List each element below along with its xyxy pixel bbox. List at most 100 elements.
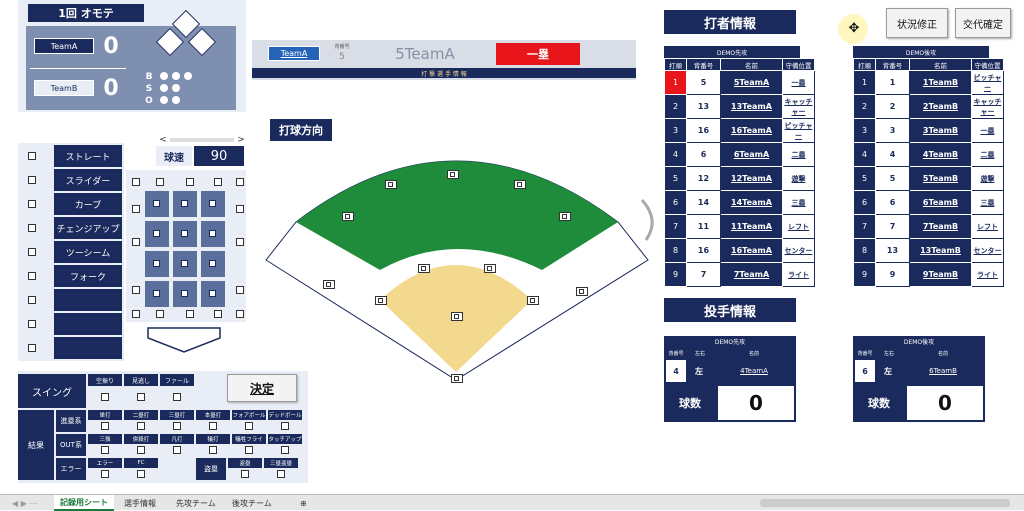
zone-outer-checkbox[interactable] — [132, 205, 140, 213]
lineup-position[interactable]: 二塁 — [971, 142, 1004, 167]
strike-zone-cell[interactable] — [144, 280, 170, 308]
result-option-checkbox[interactable] — [101, 422, 109, 430]
table-row[interactable]: 2 2 2TeamB キャッチャー — [853, 94, 1004, 119]
speed-value[interactable]: 90 — [194, 146, 244, 166]
result-option-checkbox[interactable] — [281, 446, 289, 454]
strike-zone-cell[interactable] — [172, 250, 198, 278]
result-option-checkbox[interactable] — [245, 422, 253, 430]
table-row[interactable]: 8 13 13TeamB センター — [853, 238, 1004, 263]
zone-outer-checkbox[interactable] — [132, 310, 140, 318]
lineup-position[interactable]: キャッチャー — [971, 94, 1004, 119]
fix-status-button[interactable]: 状況修正 — [886, 8, 948, 38]
table-row[interactable]: 6 6 6TeamB 三塁 — [853, 190, 1004, 215]
pitch-type-checkbox[interactable] — [28, 152, 36, 160]
speed-prev-arrow[interactable]: < — [158, 134, 168, 146]
table-row[interactable]: 8 16 16TeamA センター — [664, 238, 815, 263]
add-sheet-icon[interactable]: ⊕ — [294, 495, 313, 511]
lineup-name[interactable]: 13TeamA — [720, 94, 783, 119]
speed-next-arrow[interactable]: > — [236, 134, 246, 146]
strike-zone-cell[interactable] — [172, 220, 198, 248]
lineup-position[interactable]: 遊撃 — [782, 166, 815, 191]
pitch-type-checkbox[interactable] — [28, 320, 36, 328]
result-option-checkbox[interactable] — [137, 470, 145, 478]
field-zone-catcher[interactable] — [451, 374, 463, 383]
strike-zone-cell[interactable] — [144, 190, 170, 218]
zone-outer-checkbox[interactable] — [236, 286, 244, 294]
lineup-position[interactable]: センター — [782, 238, 815, 263]
pitch-type-checkbox[interactable] — [28, 272, 36, 280]
result-option-checkbox[interactable] — [101, 446, 109, 454]
result-option-checkbox[interactable] — [137, 422, 145, 430]
lineup-position[interactable]: センター — [971, 238, 1004, 263]
lineup-position[interactable]: ライト — [782, 262, 815, 287]
confirm-swap-button[interactable]: 交代確定 — [955, 8, 1011, 38]
result-option-checkbox[interactable] — [209, 422, 217, 430]
kettei-button[interactable]: 決定 — [227, 374, 297, 402]
lineup-name[interactable]: 12TeamA — [720, 166, 783, 191]
zone-outer-checkbox[interactable] — [132, 178, 140, 186]
lineup-name[interactable]: 5TeamA — [720, 70, 783, 95]
zone-outer-checkbox[interactable] — [236, 310, 244, 318]
table-row[interactable]: 5 5 5TeamB 遊撃 — [853, 166, 1004, 191]
lineup-name[interactable]: 7TeamA — [720, 262, 783, 287]
zone-outer-checkbox[interactable] — [186, 310, 194, 318]
tab-record-sheet[interactable]: 記録用シート — [54, 495, 114, 511]
tab-first-team[interactable]: 先攻チーム — [170, 495, 222, 511]
lineup-position[interactable]: ピッチャー — [782, 118, 815, 143]
zone-outer-checkbox[interactable] — [236, 238, 244, 246]
field-zone-first-line[interactable] — [576, 287, 588, 296]
lineup-position[interactable]: ピッチャー — [971, 70, 1004, 95]
result-option-checkbox[interactable] — [173, 422, 181, 430]
tab-second-team[interactable]: 後攻チーム — [226, 495, 278, 511]
lineup-position[interactable]: 一塁 — [971, 118, 1004, 143]
lineup-name[interactable]: 4TeamB — [909, 142, 972, 167]
zone-outer-checkbox[interactable] — [214, 178, 222, 186]
table-row[interactable]: 3 16 16TeamA ピッチャー — [664, 118, 815, 143]
field-zone-center-left[interactable] — [447, 170, 459, 179]
strike-zone-cell[interactable] — [172, 190, 198, 218]
zone-outer-checkbox[interactable] — [236, 178, 244, 186]
lineup-position[interactable]: 遊撃 — [971, 166, 1004, 191]
swing-look-checkbox[interactable] — [137, 393, 145, 401]
table-row[interactable]: 3 3 3TeamB 一塁 — [853, 118, 1004, 143]
zone-outer-checkbox[interactable] — [132, 238, 140, 246]
zone-outer-checkbox[interactable] — [156, 310, 164, 318]
field-zone-shortstop[interactable] — [418, 264, 430, 273]
lineup-name[interactable]: 14TeamA — [720, 190, 783, 215]
table-row[interactable]: 1 5 5TeamA 一塁 — [664, 70, 815, 95]
lineup-position[interactable]: 三塁 — [782, 190, 815, 215]
pitch-type-checkbox[interactable] — [28, 344, 36, 352]
result-option-checkbox[interactable] — [173, 446, 181, 454]
strike-zone-cell[interactable] — [200, 280, 226, 308]
strike-zone-cell[interactable] — [172, 280, 198, 308]
lineup-position[interactable]: レフト — [782, 214, 815, 239]
steal-checkbox[interactable] — [241, 470, 249, 478]
pitch-type-checkbox[interactable] — [28, 248, 36, 256]
speed-scroll-track[interactable] — [170, 138, 234, 142]
swing-miss-checkbox[interactable] — [101, 393, 109, 401]
table-row[interactable]: 5 12 12TeamA 遊撃 — [664, 166, 815, 191]
zone-outer-checkbox[interactable] — [236, 205, 244, 213]
result-option-checkbox[interactable] — [281, 422, 289, 430]
result-option-checkbox[interactable] — [137, 446, 145, 454]
table-row[interactable]: 9 7 7TeamA ライト — [664, 262, 815, 287]
zone-outer-checkbox[interactable] — [156, 178, 164, 186]
field-zone-right-gap[interactable] — [559, 212, 571, 221]
lineup-name[interactable]: 16TeamA — [720, 118, 783, 143]
field-zone-third-line[interactable] — [323, 280, 335, 289]
field-zone-left-gap[interactable] — [342, 212, 354, 221]
steal-third-checkbox[interactable] — [277, 470, 285, 478]
tab-scroll-arrows[interactable]: ◀ ▶ ⋯ — [6, 495, 43, 511]
table-row[interactable]: 4 4 4TeamB 二塁 — [853, 142, 1004, 167]
lineup-name[interactable]: 6TeamA — [720, 142, 783, 167]
strike-zone-cell[interactable] — [200, 250, 226, 278]
pitch-type-checkbox[interactable] — [28, 296, 36, 304]
lineup-name[interactable]: 2TeamB — [909, 94, 972, 119]
strike-zone-cell[interactable] — [144, 220, 170, 248]
result-option-checkbox[interactable] — [245, 446, 253, 454]
lineup-name[interactable]: 16TeamA — [720, 238, 783, 263]
field-zone-second[interactable] — [484, 264, 496, 273]
field-zone-first[interactable] — [527, 296, 539, 305]
lineup-position[interactable]: 一塁 — [782, 70, 815, 95]
zone-outer-checkbox[interactable] — [132, 286, 140, 294]
